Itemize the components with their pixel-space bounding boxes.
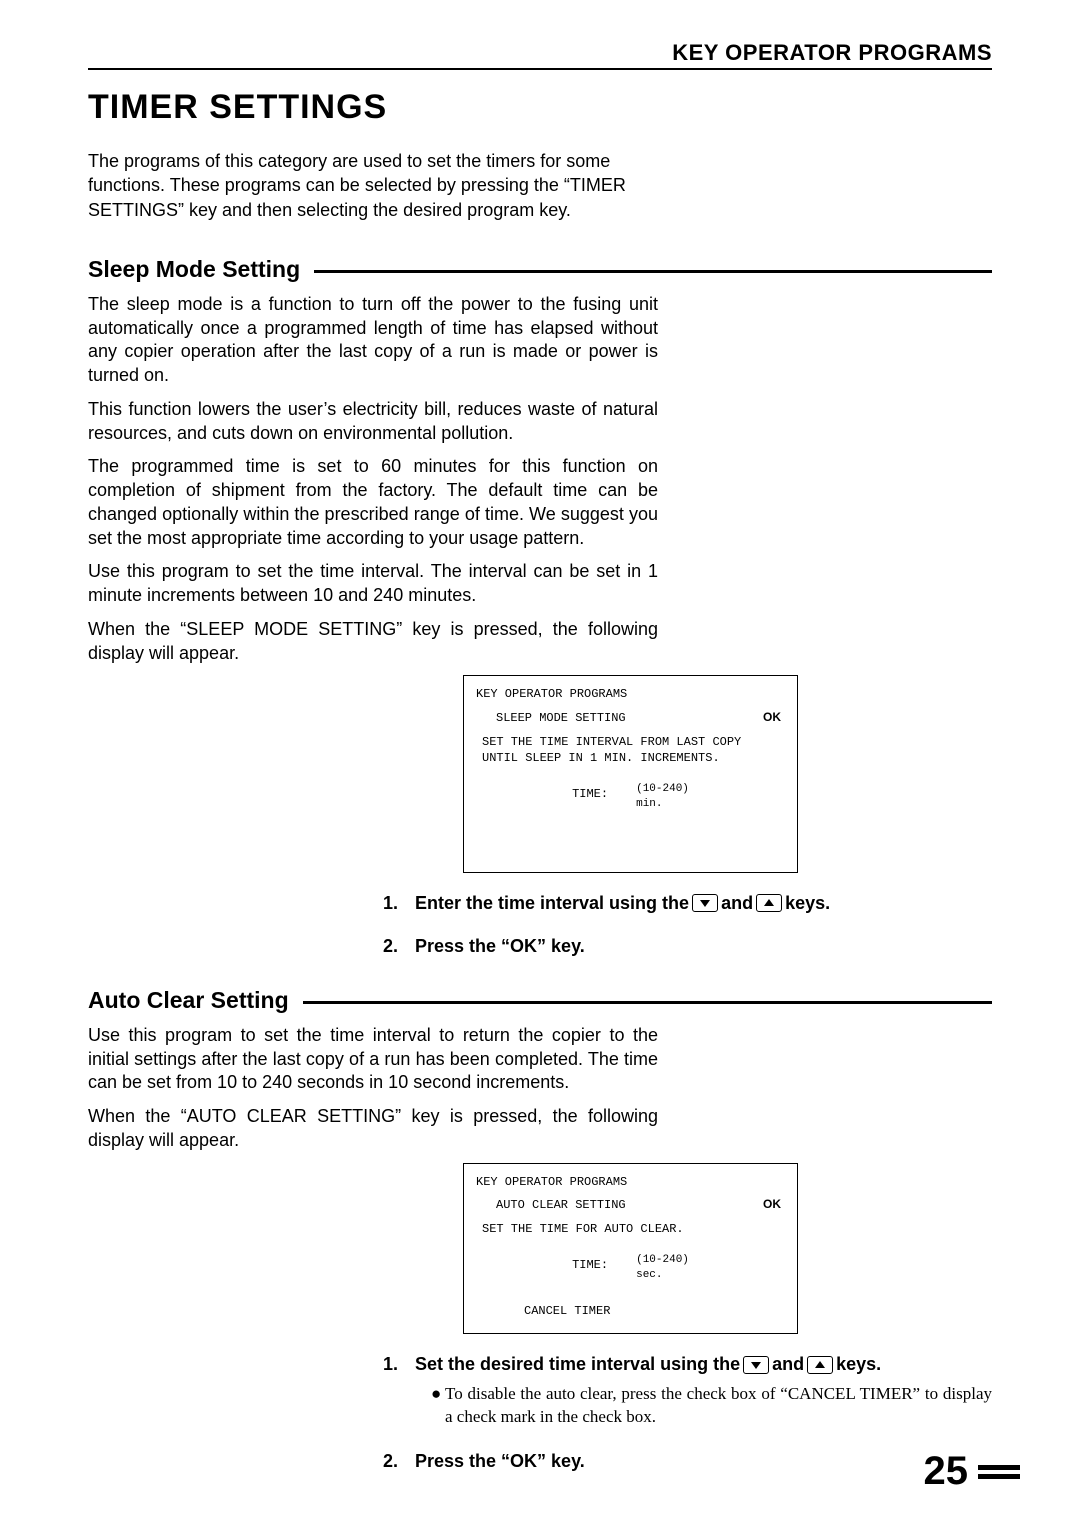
section-heading-auto-clear: Auto Clear Setting	[88, 987, 992, 1014]
panel-title: SLEEP MODE SETTING	[496, 710, 626, 726]
time-label: TIME:	[572, 1253, 608, 1273]
step-text: keys.	[836, 1354, 881, 1375]
step-text: and	[772, 1354, 804, 1375]
panel-message: SET THE TIME FOR AUTO CLEAR.	[476, 1221, 785, 1237]
down-arrow-key-icon	[692, 894, 718, 912]
panel-message: SET THE TIME INTERVAL FROM LAST COPY UNT…	[476, 734, 785, 766]
up-arrow-key-icon	[756, 894, 782, 912]
section-rule	[314, 270, 992, 273]
time-unit: min.	[636, 797, 689, 812]
panel-time-row: TIME: (10-240) sec.	[476, 1253, 785, 1283]
sleep-p1: The sleep mode is a function to turn off…	[88, 293, 658, 388]
section-heading-sleep: Sleep Mode Setting	[88, 256, 992, 283]
step-text: Set the desired time interval using the	[415, 1354, 740, 1375]
section-heading-label: Sleep Mode Setting	[88, 256, 314, 283]
time-label: TIME:	[572, 782, 608, 802]
up-arrow-key-icon	[807, 1356, 833, 1374]
step-text: and	[721, 893, 753, 914]
sleep-panel: KEY OPERATOR PROGRAMS SLEEP MODE SETTING…	[463, 675, 798, 872]
sleep-p4: Use this program to set the time interva…	[88, 560, 658, 608]
panel-time-row: TIME: (10-240) min.	[476, 782, 785, 812]
ok-button[interactable]: OK	[763, 709, 781, 725]
sleep-p3: The programmed time is set to 60 minutes…	[88, 455, 658, 550]
ok-button[interactable]: OK	[763, 1196, 781, 1212]
cancel-timer-option[interactable]: CANCEL TIMER	[476, 1303, 785, 1319]
step-text: Enter the time interval using the	[415, 893, 689, 914]
step-text: Press the “OK” key.	[415, 1451, 585, 1472]
bullet-text: To disable the auto clear, press the che…	[445, 1383, 992, 1429]
panel-header: KEY OPERATOR PROGRAMS	[476, 686, 785, 702]
step-text: keys.	[785, 893, 830, 914]
panel-title: AUTO CLEAR SETTING	[496, 1197, 626, 1213]
auto-p2: When the “AUTO CLEAR SETTING” key is pre…	[88, 1105, 658, 1153]
panel-header: KEY OPERATOR PROGRAMS	[476, 1174, 785, 1190]
panel-msg-line2: UNTIL SLEEP IN 1 MIN. INCREMENTS.	[482, 750, 785, 766]
auto-p1: Use this program to set the time interva…	[88, 1024, 658, 1095]
page-number-value: 25	[924, 1449, 969, 1494]
step-text: Press the “OK” key.	[415, 936, 585, 957]
time-range: (10-240)	[636, 782, 689, 797]
auto-step-1-bullet: ● To disable the auto clear, press the c…	[431, 1383, 992, 1429]
section-rule	[303, 1001, 992, 1004]
panel-msg-line1: SET THE TIME INTERVAL FROM LAST COPY	[482, 734, 785, 750]
sleep-p5: When the “SLEEP MODE SETTING” key is pre…	[88, 618, 658, 666]
auto-step-1: 1. Set the desired time interval using t…	[383, 1354, 992, 1375]
time-unit: sec.	[636, 1268, 689, 1283]
sleep-step-2: 2. Press the “OK” key.	[383, 936, 992, 957]
down-arrow-key-icon	[743, 1356, 769, 1374]
page-title: TIMER SETTINGS	[88, 88, 992, 127]
page-number: 25	[924, 1449, 1021, 1494]
auto-step-2: 2. Press the “OK” key.	[383, 1451, 992, 1472]
panel-msg-line1: SET THE TIME FOR AUTO CLEAR.	[482, 1221, 785, 1237]
auto-clear-panel: KEY OPERATOR PROGRAMS AUTO CLEAR SETTING…	[463, 1163, 798, 1334]
page-mark-icon	[978, 1465, 1020, 1479]
section-heading-label: Auto Clear Setting	[88, 987, 303, 1014]
time-range: (10-240)	[636, 1253, 689, 1268]
sleep-step-1: 1. Enter the time interval using the and…	[383, 893, 992, 914]
sleep-p2: This function lowers the user’s electric…	[88, 398, 658, 446]
intro-text: The programs of this category are used t…	[88, 149, 658, 222]
header-title: KEY OPERATOR PROGRAMS	[88, 40, 992, 68]
